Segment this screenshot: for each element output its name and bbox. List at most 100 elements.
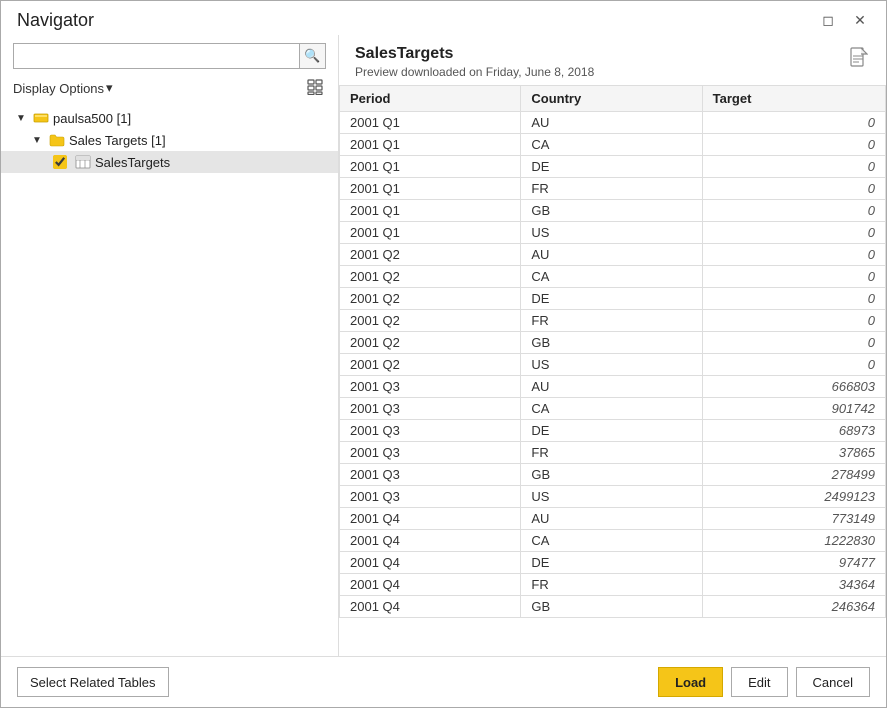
col-header-period: Period	[340, 86, 521, 112]
data-table-container: Period Country Target 2001 Q1AU02001 Q1C…	[339, 85, 886, 656]
cell-country: AU	[521, 376, 702, 398]
display-options-arrow-icon: ▾	[106, 80, 113, 96]
cell-target: 0	[702, 178, 885, 200]
cell-country: FR	[521, 310, 702, 332]
table-row: 2001 Q2FR0	[340, 310, 886, 332]
cell-target: 278499	[702, 464, 885, 486]
cell-country: US	[521, 354, 702, 376]
cell-target: 68973	[702, 420, 885, 442]
table-icon	[75, 154, 91, 170]
sales-targets-checkbox[interactable]	[53, 155, 67, 169]
cell-country: GB	[521, 464, 702, 486]
table-row: 2001 Q1FR0	[340, 178, 886, 200]
cell-country: AU	[521, 508, 702, 530]
cell-target: 1222830	[702, 530, 885, 552]
cell-target: 0	[702, 288, 885, 310]
cell-country: DE	[521, 552, 702, 574]
table-row: 2001 Q1DE0	[340, 156, 886, 178]
table-row: 2001 Q1US0	[340, 222, 886, 244]
table-row: 2001 Q3FR37865	[340, 442, 886, 464]
cell-target: 0	[702, 156, 885, 178]
cell-target: 773149	[702, 508, 885, 530]
cell-period: 2001 Q4	[340, 596, 521, 618]
search-row: 🔍	[1, 43, 338, 75]
preview-file-icon	[850, 54, 868, 71]
tree-item-sales-targets[interactable]: SalesTargets	[1, 151, 338, 173]
select-related-tables-button[interactable]: Select Related Tables	[17, 667, 169, 697]
navigator-dialog: Navigator ◻ ✕ 🔍 Display Options	[0, 0, 887, 708]
preview-subtitle: Preview downloaded on Friday, June 8, 20…	[355, 65, 594, 79]
cell-period: 2001 Q2	[340, 288, 521, 310]
close-icon: ✕	[854, 12, 866, 29]
server-icon	[33, 110, 49, 126]
cell-target: 0	[702, 134, 885, 156]
search-button[interactable]: 🔍	[300, 43, 326, 69]
display-options-label: Display Options	[13, 81, 104, 96]
table-row: 2001 Q4DE97477	[340, 552, 886, 574]
cell-period: 2001 Q3	[340, 464, 521, 486]
table-row: 2001 Q2DE0	[340, 288, 886, 310]
preview-header-text: SalesTargets Preview downloaded on Frida…	[355, 45, 594, 79]
cell-period: 2001 Q2	[340, 310, 521, 332]
cell-period: 2001 Q2	[340, 244, 521, 266]
cell-target: 37865	[702, 442, 885, 464]
folder-icon	[49, 132, 65, 148]
right-panel: SalesTargets Preview downloaded on Frida…	[339, 35, 886, 656]
cell-country: GB	[521, 332, 702, 354]
close-button[interactable]: ✕	[846, 9, 874, 31]
cell-country: US	[521, 222, 702, 244]
table-row: 2001 Q3AU666803	[340, 376, 886, 398]
data-table: Period Country Target 2001 Q1AU02001 Q1C…	[339, 85, 886, 618]
cell-period: 2001 Q3	[340, 376, 521, 398]
cancel-button[interactable]: Cancel	[796, 667, 870, 697]
tree-item-paulsa500[interactable]: ▼ paulsa500 [1]	[1, 107, 338, 129]
cell-period: 2001 Q1	[340, 200, 521, 222]
table-row: 2001 Q3GB278499	[340, 464, 886, 486]
table-row: 2001 Q4FR34364	[340, 574, 886, 596]
restore-button[interactable]: ◻	[814, 9, 842, 31]
cell-country: CA	[521, 398, 702, 420]
display-options-button[interactable]: Display Options ▾	[13, 80, 113, 96]
edit-button[interactable]: Edit	[731, 667, 787, 697]
cell-target: 901742	[702, 398, 885, 420]
cell-country: US	[521, 486, 702, 508]
cell-country: CA	[521, 134, 702, 156]
table-row: 2001 Q2AU0	[340, 244, 886, 266]
tree-view-toggle-button[interactable]	[304, 77, 326, 99]
table-row: 2001 Q2CA0	[340, 266, 886, 288]
tree-area: ▼ paulsa500 [1] ▼	[1, 107, 338, 656]
cell-target: 666803	[702, 376, 885, 398]
cell-target: 0	[702, 244, 885, 266]
cell-period: 2001 Q1	[340, 178, 521, 200]
table-row: 2001 Q1AU0	[340, 112, 886, 134]
table-row: 2001 Q2GB0	[340, 332, 886, 354]
cell-country: DE	[521, 420, 702, 442]
cell-country: FR	[521, 178, 702, 200]
cell-target: 34364	[702, 574, 885, 596]
cell-period: 2001 Q4	[340, 530, 521, 552]
col-header-country: Country	[521, 86, 702, 112]
tree-item-sales-targets-group[interactable]: ▼ Sales Targets [1]	[1, 129, 338, 151]
search-icon: 🔍	[304, 48, 320, 64]
footer-left: Select Related Tables	[17, 667, 169, 697]
preview-icon-button[interactable]	[848, 45, 870, 74]
cell-country: DE	[521, 156, 702, 178]
cell-target: 2499123	[702, 486, 885, 508]
cell-target: 0	[702, 266, 885, 288]
dialog-title: Navigator	[17, 10, 94, 31]
cell-period: 2001 Q2	[340, 332, 521, 354]
cell-period: 2001 Q2	[340, 266, 521, 288]
cell-target: 0	[702, 310, 885, 332]
cell-country: CA	[521, 530, 702, 552]
preview-header: SalesTargets Preview downloaded on Frida…	[339, 35, 886, 85]
table-row: 2001 Q1GB0	[340, 200, 886, 222]
load-button[interactable]: Load	[658, 667, 723, 697]
sales-targets-group-label: Sales Targets [1]	[69, 133, 166, 148]
cell-country: AU	[521, 244, 702, 266]
cell-period: 2001 Q1	[340, 134, 521, 156]
table-row: 2001 Q1CA0	[340, 134, 886, 156]
cell-period: 2001 Q4	[340, 574, 521, 596]
cell-period: 2001 Q1	[340, 222, 521, 244]
search-input[interactable]	[13, 43, 300, 69]
table-row: 2001 Q3US2499123	[340, 486, 886, 508]
